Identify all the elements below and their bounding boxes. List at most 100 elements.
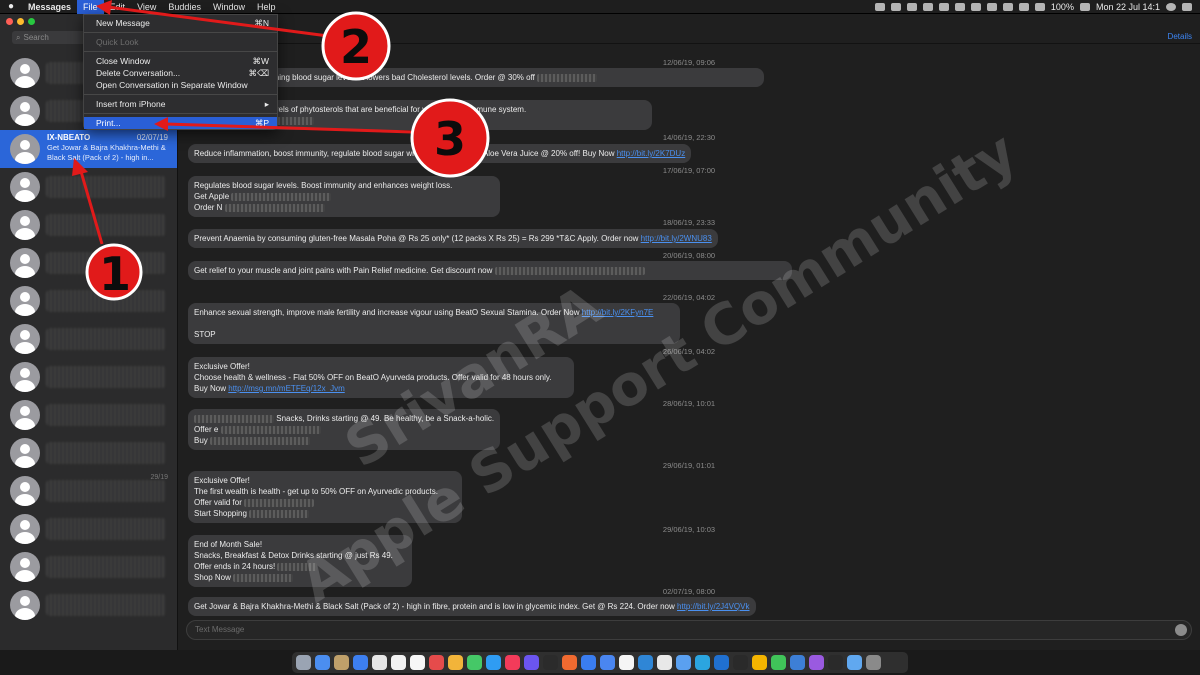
dock-app-icon[interactable] (733, 655, 748, 670)
dock-app-icon[interactable] (714, 655, 729, 670)
dock-app-icon[interactable] (771, 655, 786, 670)
contact-row-selected[interactable]: IX-NBEATO 02/07/19 Get Jowar & Bajra Kha… (0, 130, 177, 168)
dock-app-icon[interactable] (486, 655, 501, 670)
contact-row[interactable] (0, 320, 177, 358)
airplay-icon[interactable] (1018, 2, 1029, 11)
close-window-icon[interactable] (6, 18, 13, 25)
dock-app-icon[interactable] (524, 655, 539, 670)
contact-row[interactable] (0, 548, 177, 586)
message-bubble[interactable]: Enhance sexual strength, improve male fe… (188, 303, 680, 344)
message-bubble[interactable]: Reduce inflammation, boost immunity, reg… (188, 144, 692, 163)
contact-row[interactable] (0, 510, 177, 548)
timestamp: 18/06/19, 23:33 (662, 218, 716, 227)
menu-window[interactable]: Window (207, 0, 251, 14)
dock-app-icon[interactable] (581, 655, 596, 670)
contact-row[interactable] (0, 358, 177, 396)
message-bubble[interactable]: Exclusive Offer! The first wealth is hea… (188, 471, 462, 523)
dock-app-icon[interactable] (828, 655, 843, 670)
dock-app-icon[interactable] (657, 655, 672, 670)
details-button[interactable]: Details (1168, 32, 1192, 41)
dock-app-icon[interactable] (448, 655, 463, 670)
menu-help[interactable]: Help (251, 0, 282, 14)
message-bubble[interactable]: Get Jowar & Bajra Khakhra-Methi & Black … (188, 597, 756, 616)
tray-app-icon[interactable] (970, 2, 981, 11)
dock-app-icon[interactable] (600, 655, 615, 670)
tray-app-icon[interactable] (906, 2, 917, 11)
message-bubble[interactable]: Exclusive Offer! Choose health & wellnes… (188, 357, 574, 398)
contact-row[interactable]: 29/19 (0, 472, 177, 510)
zoom-window-icon[interactable] (28, 18, 35, 25)
clock[interactable]: Mon 22 Jul 14:1 (1096, 2, 1160, 12)
minimize-window-icon[interactable] (17, 18, 24, 25)
menu-buddies[interactable]: Buddies (162, 0, 207, 14)
tray-app-icon[interactable] (986, 2, 997, 11)
battery-icon[interactable] (1079, 2, 1090, 11)
file-menu-dropdown: New Message ⌘N Quick Look Close Window ⌘W … (83, 14, 278, 130)
dock-app-icon[interactable] (391, 655, 406, 670)
tray-app-icon[interactable] (890, 2, 901, 11)
contact-row[interactable] (0, 396, 177, 434)
menu-app-messages[interactable]: Messages (22, 0, 77, 14)
timestamp: 14/06/19, 22:30 (662, 133, 716, 142)
contact-row[interactable] (0, 434, 177, 472)
menu-edit[interactable]: Edit (104, 0, 132, 14)
dock-app-icon[interactable] (809, 655, 824, 670)
dock-app-icon[interactable] (505, 655, 520, 670)
message-bubble[interactable]: Get relief to your muscle and joint pain… (188, 261, 792, 280)
tray-app-icon[interactable] (874, 2, 885, 11)
dock-app-icon[interactable] (676, 655, 691, 670)
contact-row[interactable] (0, 586, 177, 624)
tray-app-icon[interactable] (938, 2, 949, 11)
contact-row[interactable] (0, 206, 177, 244)
emoji-icon[interactable] (1175, 624, 1187, 636)
menu-item-print[interactable]: Print... ⌘P (84, 117, 277, 129)
message-bubble[interactable]: Prevent Anaemia by consuming gluten-free… (188, 229, 718, 248)
tray-app-icon[interactable] (954, 2, 965, 11)
message-text: Buy Now (194, 384, 227, 393)
dock-app-icon[interactable] (467, 655, 482, 670)
battery-percent[interactable]: 100% (1051, 2, 1074, 12)
menu-item-new-message[interactable]: New Message ⌘N (84, 17, 277, 29)
wifi-icon[interactable] (1002, 2, 1013, 11)
dock-app-icon[interactable] (752, 655, 767, 670)
message-input[interactable]: Text Message (186, 620, 1192, 640)
message-link[interactable]: http://msg.mn/mETFEq/12x_Jvm (228, 384, 344, 393)
contact-row[interactable] (0, 282, 177, 320)
redacted-contact (46, 480, 166, 502)
menu-file[interactable]: File (77, 0, 104, 14)
dock-app-icon[interactable] (790, 655, 805, 670)
tray-app-icon[interactable] (922, 2, 933, 11)
menu-item-close-window[interactable]: Close Window ⌘W (84, 55, 277, 67)
message-bubble[interactable]: End of Month Sale! Snacks, Breakfast & D… (188, 535, 412, 587)
dock-app-icon[interactable] (866, 655, 881, 670)
dock-app-icon[interactable] (562, 655, 577, 670)
message-link[interactable]: http://bit.ly/2J4VQVk (677, 602, 749, 611)
message-link[interactable]: http://bit.ly/2K7DUz (617, 149, 685, 158)
user-icon[interactable] (1166, 2, 1176, 11)
apple-menu-icon[interactable]: ● (0, 1, 22, 12)
dock-app-icon[interactable] (619, 655, 634, 670)
dock-app-icon[interactable] (429, 655, 444, 670)
dock-app-icon[interactable] (315, 655, 330, 670)
menu-item-delete-conversation[interactable]: Delete Conversation... ⌘⌫ (84, 67, 277, 79)
menu-view[interactable]: View (131, 0, 162, 14)
message-bubble[interactable]: Regulates blood sugar levels. Boost immu… (188, 176, 500, 217)
contact-row[interactable] (0, 244, 177, 282)
dock-app-icon[interactable] (695, 655, 710, 670)
dock-app-icon[interactable] (296, 655, 311, 670)
dock-app-icon[interactable] (372, 655, 387, 670)
menu-item-insert-from-iphone[interactable]: Insert from iPhone ▸ (84, 98, 277, 110)
dock-app-icon[interactable] (847, 655, 862, 670)
message-link[interactable]: http://bit.ly/2WNU83 (641, 234, 712, 243)
dock-app-icon[interactable] (353, 655, 368, 670)
menu-item-open-separate-window[interactable]: Open Conversation in Separate Window (84, 79, 277, 91)
dock-app-icon[interactable] (638, 655, 653, 670)
volume-icon[interactable] (1034, 2, 1045, 11)
dock-app-icon[interactable] (410, 655, 425, 670)
dock-app-icon[interactable] (334, 655, 349, 670)
dock-app-icon[interactable] (543, 655, 558, 670)
message-link[interactable]: http://bit.ly/2KFyn7E (582, 308, 654, 317)
contact-row[interactable] (0, 168, 177, 206)
notification-center-icon[interactable] (1182, 2, 1192, 11)
message-bubble[interactable]: Snacks, Drinks starting @ 49. Be healthy… (188, 409, 500, 450)
